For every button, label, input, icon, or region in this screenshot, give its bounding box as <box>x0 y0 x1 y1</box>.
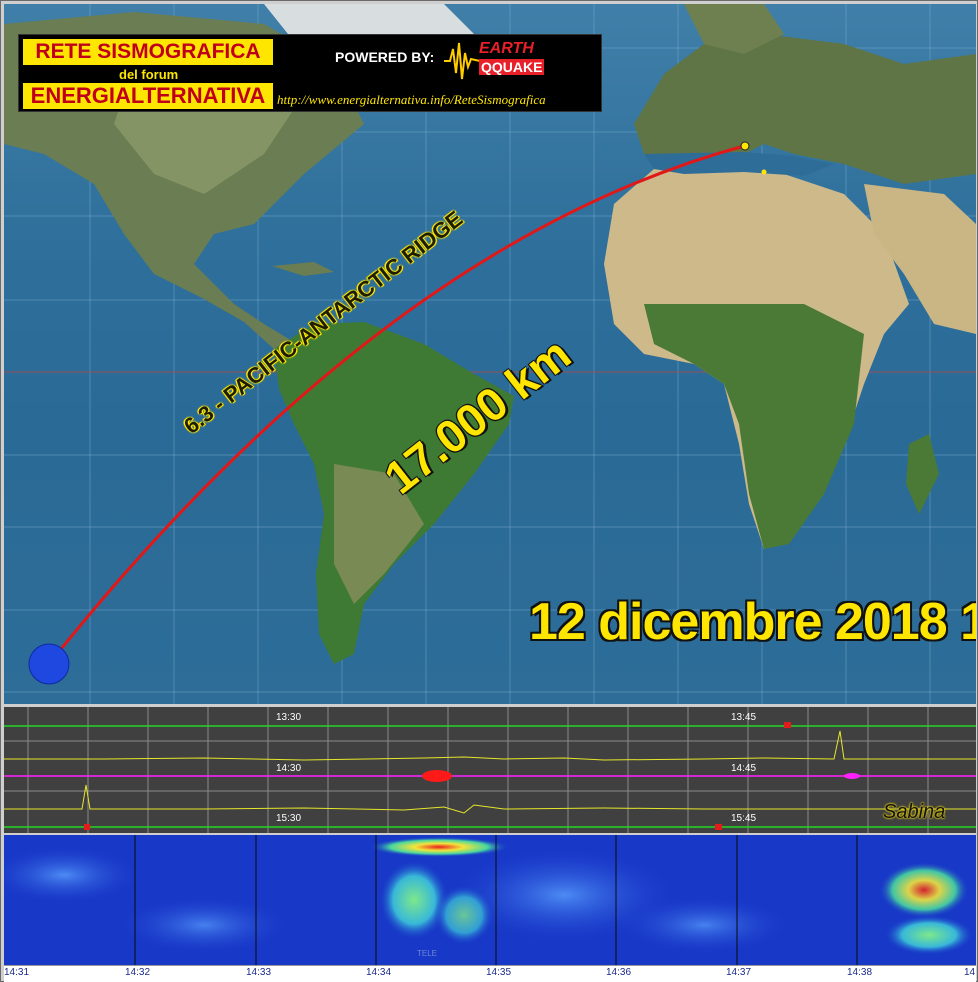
event-marker-1 <box>784 722 791 728</box>
seismogram-traces <box>4 707 976 833</box>
network-title: RETE SISMOGRAFICA <box>23 39 273 65</box>
trace-magenta-burst <box>422 770 452 782</box>
time-tick-label: 14:34 <box>366 967 392 978</box>
trace-time-label: 14:45 <box>731 763 757 774</box>
powered-by-label: POWERED BY: <box>335 49 435 65</box>
spectrogram-image <box>4 835 976 965</box>
world-map: RETE SISMOGRAFICA del forum ENERGIALTERN… <box>4 4 976 704</box>
network-subtitle: del forum <box>119 67 179 82</box>
seismogram-panel: 13:30 13:45 14:30 14:45 15:30 15:45 <box>4 707 976 833</box>
time-tick-label: 14:36 <box>606 967 632 978</box>
land-madagascar <box>906 434 939 514</box>
seismograph-wave-icon <box>444 42 480 80</box>
land-africa-central <box>644 304 864 549</box>
time-tick-label: 14:31 <box>4 967 30 978</box>
trace-time-label: 13:45 <box>731 712 757 723</box>
trace-magenta-burst-2 <box>844 773 860 779</box>
time-axis: 14:31 14:32 14:33 14:34 14:35 14:36 14:3… <box>4 965 976 982</box>
trace-time-label: 15:30 <box>276 813 302 824</box>
network-forum-name: ENERGIALTERNATIVA <box>23 83 273 109</box>
spectrogram-panel <box>4 835 976 965</box>
event-marker-2 <box>84 824 90 830</box>
trace-yellow-2 <box>4 784 976 814</box>
time-tick-label: 14:38 <box>847 967 873 978</box>
land-caribbean <box>272 262 334 276</box>
brand-qquake: QQUAKE <box>479 59 545 75</box>
station-marker-2 <box>761 169 767 175</box>
trace-time-label: 15:45 <box>731 813 757 824</box>
trace-time-label: 14:30 <box>276 763 302 774</box>
spectrogram-footer-label: TELE <box>417 949 438 958</box>
trace-time-label: 13:30 <box>276 712 302 723</box>
time-tick-label: 14:32 <box>125 967 151 978</box>
epicenter-marker <box>28 643 70 685</box>
time-tick-label: 14:35 <box>486 967 512 978</box>
time-tick-label: 14:33 <box>246 967 272 978</box>
network-url-link[interactable]: http://www.energialternativa.info/ReteSi… <box>277 92 546 108</box>
trace-yellow-1 <box>4 730 976 761</box>
station-name-label: Sabina <box>883 801 946 823</box>
event-marker-3 <box>715 824 722 830</box>
brand-earth: EARTH <box>479 40 534 57</box>
time-tick-label: 14:37 <box>726 967 752 978</box>
network-logo-banner: RETE SISMOGRAFICA del forum ENERGIALTERN… <box>18 34 602 112</box>
event-datetime-label: 12 dicembre 2018 14:13 <box>529 593 976 651</box>
station-marker <box>740 141 750 151</box>
seismic-report-window: RETE SISMOGRAFICA del forum ENERGIALTERN… <box>0 0 978 982</box>
time-tick-label: 14 <box>964 967 976 978</box>
